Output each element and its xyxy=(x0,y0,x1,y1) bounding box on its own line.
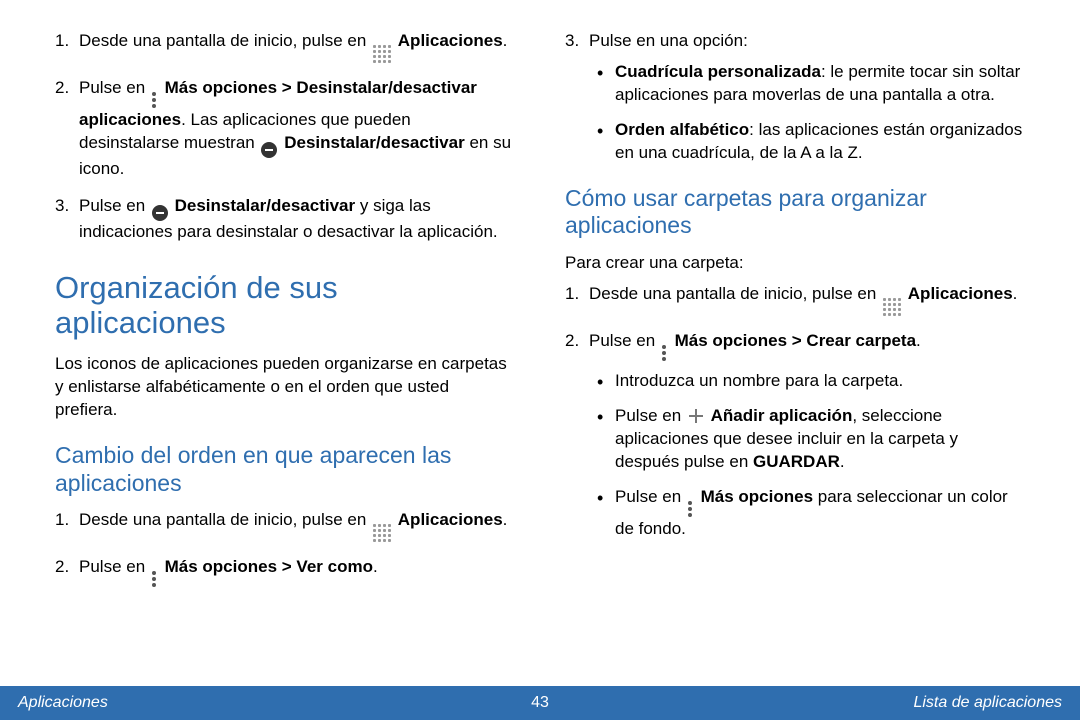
step-number: 1. xyxy=(565,283,579,306)
heading-use-folders: Cómo usar carpetas para organizar aplica… xyxy=(565,185,1025,240)
step-number: 2. xyxy=(55,77,69,100)
right-column: 3. Pulse en una opción: Cuadrícula perso… xyxy=(565,30,1025,680)
list-item: 2. Pulse en Más opciones > Desinstalar/d… xyxy=(79,77,515,181)
text: Desde una pantalla de inicio, pulse en xyxy=(79,510,371,529)
list-item: Pulse en Más opciones para seleccionar u… xyxy=(615,486,1025,541)
step-number: 3. xyxy=(565,30,579,53)
text: . xyxy=(503,31,508,50)
list-item: 1. Desde una pantalla de inicio, pulse e… xyxy=(79,30,515,63)
text-bold: Aplicaciones xyxy=(398,510,503,529)
page-body: 1. Desde una pantalla de inicio, pulse e… xyxy=(0,0,1080,680)
step-number: 2. xyxy=(55,556,69,579)
text-bold: Más opciones > Ver como xyxy=(165,557,373,576)
text: Pulse en una opción: xyxy=(589,31,748,50)
step-number: 2. xyxy=(565,330,579,353)
footer-left: Aplicaciones xyxy=(18,692,108,714)
option-bullets: Cuadrícula personalizada: le permite toc… xyxy=(589,61,1025,165)
heading-organize-apps: Organización de sus aplicaciones xyxy=(55,270,515,341)
list-item: 2. Pulse en Más opciones > Crear carpeta… xyxy=(589,330,1025,541)
steps-uninstall: 1. Desde una pantalla de inicio, pulse e… xyxy=(55,30,515,244)
text-bold: Añadir aplicación xyxy=(711,406,853,425)
step-number: 3. xyxy=(55,195,69,218)
text-bold: Más opciones xyxy=(701,487,813,506)
plus-icon xyxy=(688,408,704,424)
more-options-icon xyxy=(152,570,158,588)
list-item: 3. Pulse en una opción: Cuadrícula perso… xyxy=(589,30,1025,165)
list-item: 2. Pulse en Más opciones > Ver como. xyxy=(79,556,515,588)
text-bold: Orden alfabético xyxy=(615,120,749,139)
text: Pulse en xyxy=(79,78,150,97)
apps-grid-icon xyxy=(373,45,391,63)
text: . xyxy=(503,510,508,529)
text: Pulse en xyxy=(615,487,686,506)
list-item: 1. Desde una pantalla de inicio, pulse e… xyxy=(79,509,515,542)
text-bold: Desinstalar/desactivar xyxy=(175,196,356,215)
heading-change-order: Cambio del orden en que aparecen las apl… xyxy=(55,442,515,497)
text: Pulse en xyxy=(615,406,686,425)
step-number: 1. xyxy=(55,30,69,53)
text-bold: Más opciones > Crear carpeta xyxy=(675,331,916,350)
text: . xyxy=(1013,284,1018,303)
text: Pulse en xyxy=(589,331,660,350)
text: Pulse en xyxy=(79,557,150,576)
apps-grid-icon xyxy=(373,524,391,542)
minus-circle-icon xyxy=(152,205,168,221)
folder-substeps: Introduzca un nombre para la carpeta. Pu… xyxy=(589,370,1025,541)
footer-right: Lista de aplicaciones xyxy=(913,692,1062,714)
text-bold: Aplicaciones xyxy=(908,284,1013,303)
paragraph: Para crear una carpeta: xyxy=(565,252,1025,275)
text-bold: GUARDAR xyxy=(753,452,840,471)
step-number: 1. xyxy=(55,509,69,532)
list-item: 3. Pulse en Desinstalar/desactivar y sig… xyxy=(79,195,515,244)
text-bold: Cuadrícula personalizada xyxy=(615,62,821,81)
text: Desde una pantalla de inicio, pulse en xyxy=(79,31,371,50)
apps-grid-icon xyxy=(883,298,901,316)
text-bold: Desinstalar/desactivar xyxy=(284,133,465,152)
page-footer: Aplicaciones 43 Lista de aplicaciones xyxy=(0,686,1080,720)
left-column: 1. Desde una pantalla de inicio, pulse e… xyxy=(55,30,515,680)
text: . xyxy=(916,331,921,350)
text: Desde una pantalla de inicio, pulse en xyxy=(589,284,881,303)
text: . xyxy=(840,452,845,471)
list-item: Introduzca un nombre para la carpeta. xyxy=(615,370,1025,393)
more-options-icon xyxy=(662,344,668,362)
steps-view-as-cont: 3. Pulse en una opción: Cuadrícula perso… xyxy=(565,30,1025,165)
minus-circle-icon xyxy=(261,142,277,158)
list-item: 1. Desde una pantalla de inicio, pulse e… xyxy=(589,283,1025,316)
list-item: Cuadrícula personalizada: le permite toc… xyxy=(615,61,1025,107)
text: Pulse en xyxy=(79,196,150,215)
text: Introduzca un nombre para la carpeta. xyxy=(615,371,903,390)
list-item: Pulse en Añadir aplicación, seleccione a… xyxy=(615,405,1025,474)
more-options-icon xyxy=(152,91,158,109)
footer-page-number: 43 xyxy=(531,692,549,714)
steps-view-as: 1. Desde una pantalla de inicio, pulse e… xyxy=(55,509,515,588)
paragraph: Los iconos de aplicaciones pueden organi… xyxy=(55,353,515,422)
more-options-icon xyxy=(688,500,694,518)
list-item: Orden alfabético: las aplicaciones están… xyxy=(615,119,1025,165)
steps-create-folder: 1. Desde una pantalla de inicio, pulse e… xyxy=(565,283,1025,541)
text: . xyxy=(373,557,378,576)
text-bold: Aplicaciones xyxy=(398,31,503,50)
